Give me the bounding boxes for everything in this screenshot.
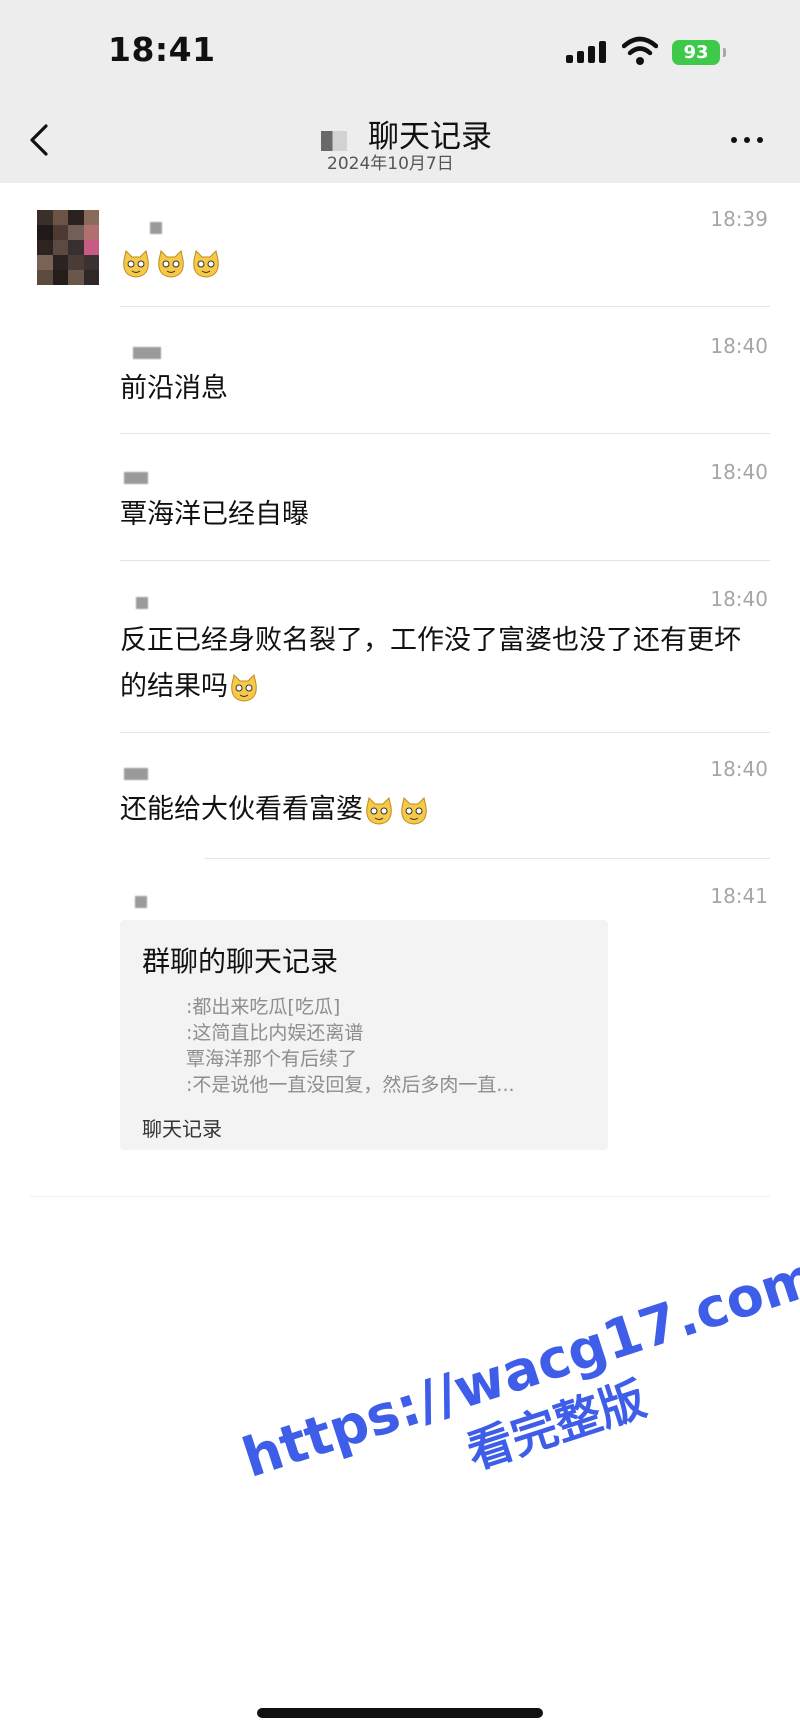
avatar[interactable] [37, 210, 99, 285]
card-preview-line: :都出来吃瓜[吃瓜] [186, 996, 341, 1018]
card-preview-line: :这简直比内娱还离谱 [186, 1022, 364, 1044]
cat-emoji-icon [158, 249, 184, 278]
message-text: 覃海洋已经自曝 [120, 499, 309, 530]
sender-name-redacted [124, 472, 148, 484]
battery-indicator: 93 [672, 40, 726, 65]
message-time: 18:40 [710, 757, 768, 781]
cat-emoji-icon [366, 796, 392, 825]
cat-emoji-icon [401, 796, 427, 825]
message-time: 18:41 [710, 884, 768, 908]
message-text: 反正已经身败名裂了，工作没了富婆也没了还有更坏的结果吗 [120, 625, 741, 702]
wifi-icon [622, 36, 658, 65]
card-preview: :都出来吃瓜[吃瓜] :这简直比内娱还离谱 覃海洋那个有后续了 :不是说他一直没… [142, 992, 515, 1096]
message-emojis [120, 240, 225, 286]
more-dots-icon[interactable] [727, 133, 767, 149]
top-bar: 18:41 93 聊天记录 2024年10月7日 [0, 0, 800, 183]
cat-emoji-icon [123, 249, 149, 278]
title-name-redacted [321, 131, 347, 151]
message-time: 18:40 [710, 334, 768, 358]
divider [205, 858, 770, 859]
card-footer: 聊天记录 [142, 1117, 222, 1141]
status-time: 18:41 [108, 30, 216, 69]
watermark: https://wacg17.com 看完整版 [235, 1245, 800, 1549]
chat-history-card[interactable]: 群聊的聊天记录 :都出来吃瓜[吃瓜] :这简直比内娱还离谱 覃海洋那个有后续了 … [120, 920, 608, 1150]
sender-name-redacted [133, 347, 161, 359]
back-arrow-icon[interactable] [24, 118, 60, 162]
card-preview-line: 覃海洋那个有后续了 [186, 1048, 358, 1070]
message-time: 18:40 [710, 460, 768, 484]
divider [30, 1196, 770, 1197]
sender-name-redacted [124, 768, 148, 780]
message-text: 前沿消息 [120, 373, 228, 404]
signal-icon [566, 41, 610, 63]
divider [120, 433, 770, 434]
card-title: 群聊的聊天记录 [142, 945, 339, 978]
message-time: 18:40 [710, 587, 768, 611]
cat-emoji-icon [193, 249, 219, 278]
cat-emoji-icon [231, 673, 257, 702]
divider [120, 306, 770, 307]
home-indicator[interactable] [257, 1708, 543, 1718]
message-text: 还能给大伙看看富婆 [120, 787, 433, 833]
card-preview-line: :不是说他一直没回复，然后多肉一直... [186, 1074, 515, 1096]
page-subtitle: 2024年10月7日 [327, 154, 454, 174]
divider [120, 560, 770, 561]
sender-name-redacted [135, 896, 147, 908]
sender-name-redacted [136, 597, 148, 609]
message-time: 18:39 [710, 207, 768, 231]
sender-name-redacted [150, 222, 162, 234]
divider [120, 732, 770, 733]
